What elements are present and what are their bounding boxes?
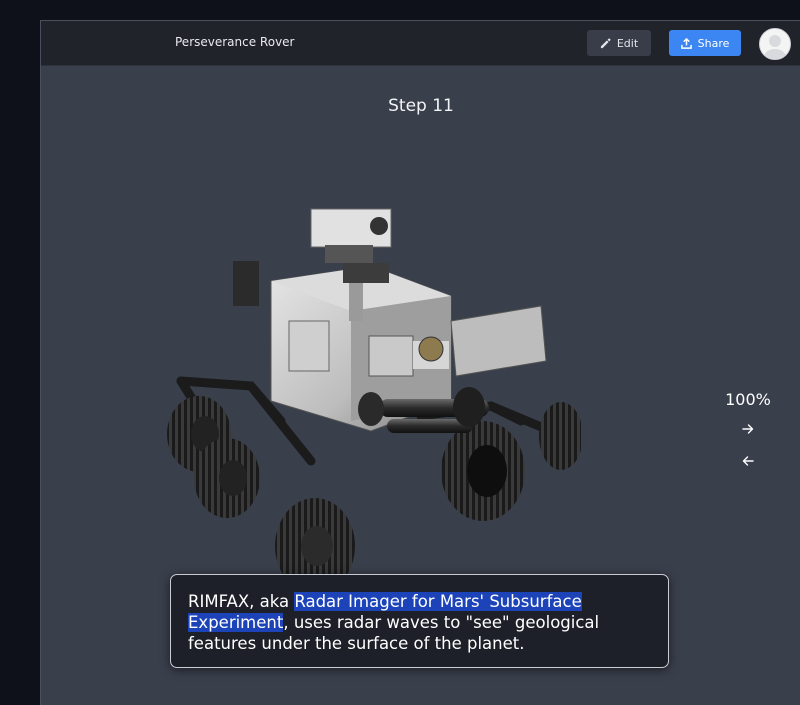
- pencil-icon: [600, 37, 611, 48]
- edit-button[interactable]: Edit: [587, 30, 651, 56]
- arrow-right-icon: [742, 424, 754, 434]
- upload-icon: [680, 37, 692, 49]
- zoom-level: 100%: [725, 390, 771, 409]
- edit-button-label: Edit: [616, 36, 639, 50]
- model-title: Perseverance Rover: [175, 35, 295, 49]
- annotation-caption: RIMFAX, aka Radar Imager for Mars' Subsu…: [170, 574, 669, 668]
- next-step-arrow[interactable]: [737, 418, 759, 440]
- person-silhouette-icon: [764, 35, 786, 59]
- app-window: Perseverance Rover Edit Share Step 11 10…: [40, 20, 800, 705]
- arrow-left-icon: [742, 456, 754, 466]
- previous-step-arrow[interactable]: [737, 450, 759, 472]
- step-title: Step 11: [388, 96, 454, 116]
- caption-text-start: RIMFAX, aka: [188, 592, 295, 611]
- user-avatar-icon[interactable]: [759, 28, 791, 60]
- share-button-label: Share: [697, 36, 730, 50]
- share-button[interactable]: Share: [669, 30, 741, 56]
- top-bar: Perseverance Rover Edit Share: [41, 21, 800, 66]
- rover-3d-model[interactable]: [121, 171, 581, 601]
